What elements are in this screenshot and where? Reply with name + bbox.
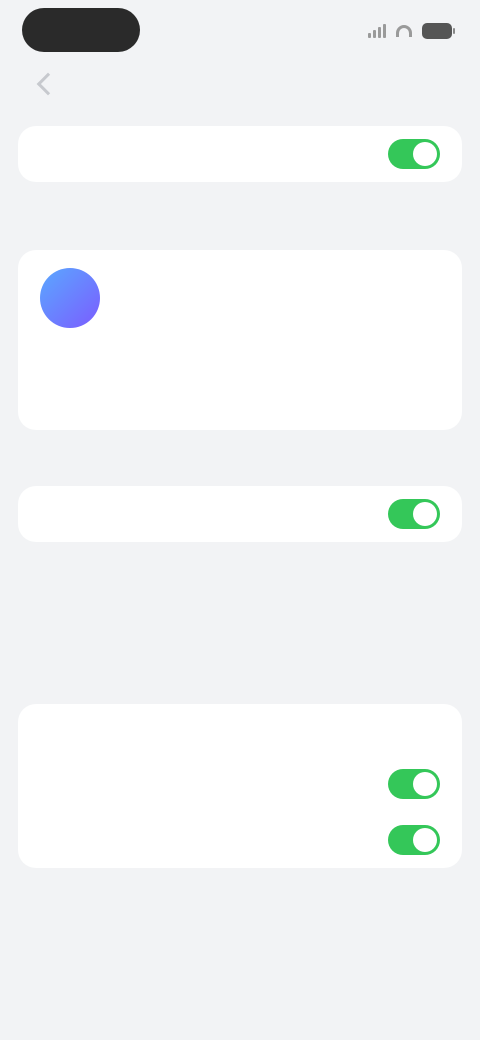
chevron-left-icon[interactable]	[36, 72, 60, 96]
settings-screen	[0, 0, 480, 1040]
nav-bar	[0, 64, 480, 112]
status-time	[22, 8, 140, 52]
avatar-icon	[40, 268, 100, 328]
section3-row-2-switch[interactable]	[388, 825, 440, 855]
section3-row-1[interactable]	[18, 756, 462, 812]
section2-toggle-row[interactable]	[18, 486, 462, 542]
status-bar	[0, 0, 480, 64]
main-toggle-card	[18, 126, 462, 182]
section3-row-2[interactable]	[18, 812, 462, 868]
toggle-knob	[413, 142, 437, 166]
status-icons	[368, 20, 455, 42]
toggle-knob	[413, 502, 437, 526]
section2-toggle-card	[18, 486, 462, 542]
section3-row-1-switch[interactable]	[388, 769, 440, 799]
toggle-knob	[413, 772, 437, 796]
wifi-icon	[396, 25, 412, 37]
toggle-knob	[413, 828, 437, 852]
battery-icon	[422, 23, 455, 39]
account-card	[18, 250, 462, 430]
section3-card	[18, 704, 462, 868]
section2-toggle-switch[interactable]	[388, 499, 440, 529]
signal-icon	[368, 24, 386, 38]
main-toggle-switch[interactable]	[388, 139, 440, 169]
main-toggle-row[interactable]	[18, 126, 462, 182]
